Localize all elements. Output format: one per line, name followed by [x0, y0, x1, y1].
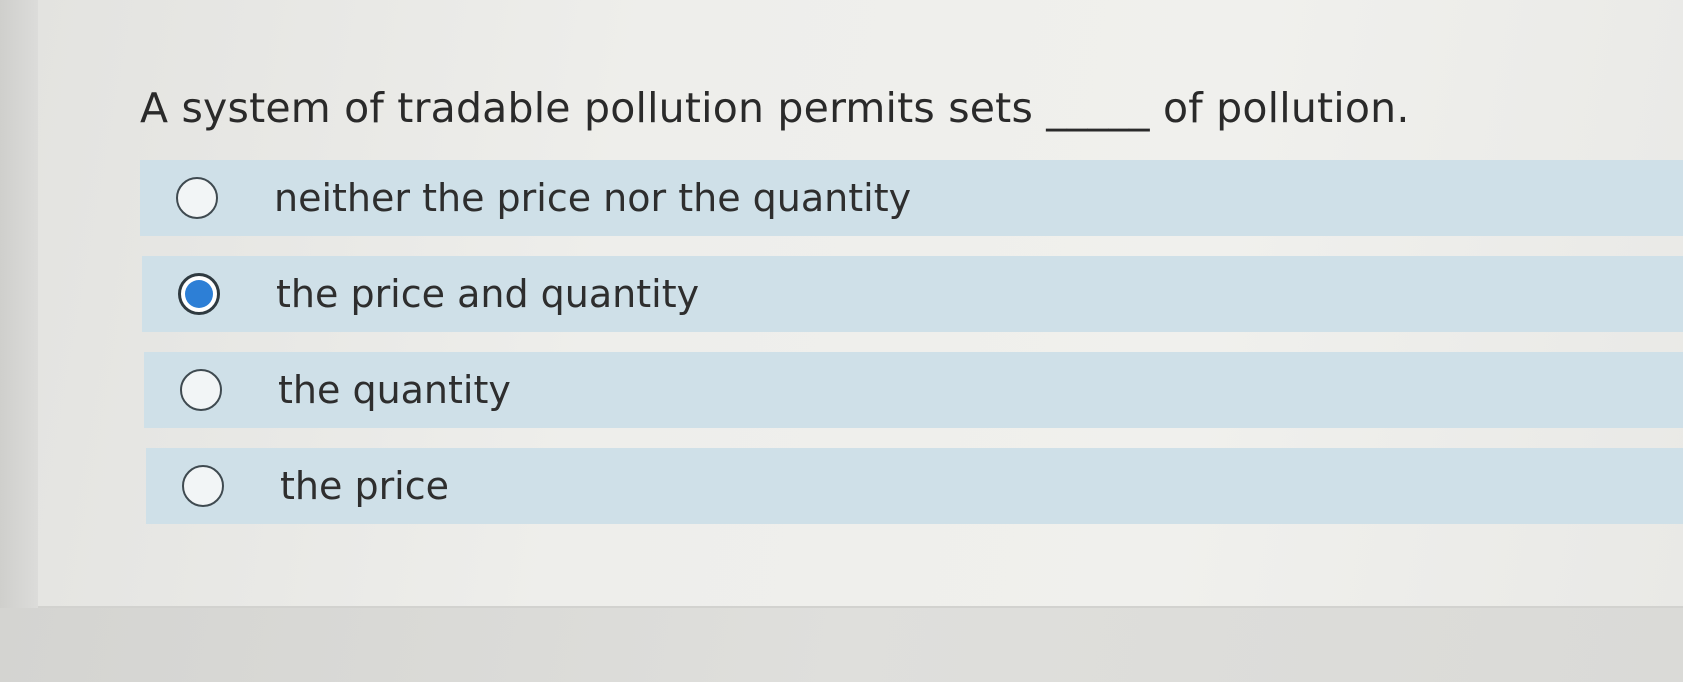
radio-button-3[interactable] — [180, 369, 222, 411]
answer-option-label: the price — [280, 464, 450, 508]
answer-option-1[interactable]: neither the price nor the quantity — [140, 160, 1683, 236]
radio-button-1[interactable] — [176, 177, 218, 219]
answer-option-3[interactable]: the quantity — [144, 352, 1683, 428]
answer-options: neither the price nor the quantity the p… — [140, 160, 1683, 544]
radio-button-2-selected[interactable] — [178, 273, 220, 315]
page-footer-area — [0, 608, 1683, 682]
answer-option-label: the price and quantity — [276, 272, 700, 316]
answer-option-label: neither the price nor the quantity — [274, 176, 912, 220]
answer-option-label: the quantity — [278, 368, 511, 412]
answer-option-4[interactable]: the price — [146, 448, 1683, 524]
radio-button-4[interactable] — [182, 465, 224, 507]
answer-option-2[interactable]: the price and quantity — [142, 256, 1683, 332]
question-text: A system of tradable pollution permits s… — [140, 84, 1410, 132]
left-margin — [0, 0, 38, 682]
